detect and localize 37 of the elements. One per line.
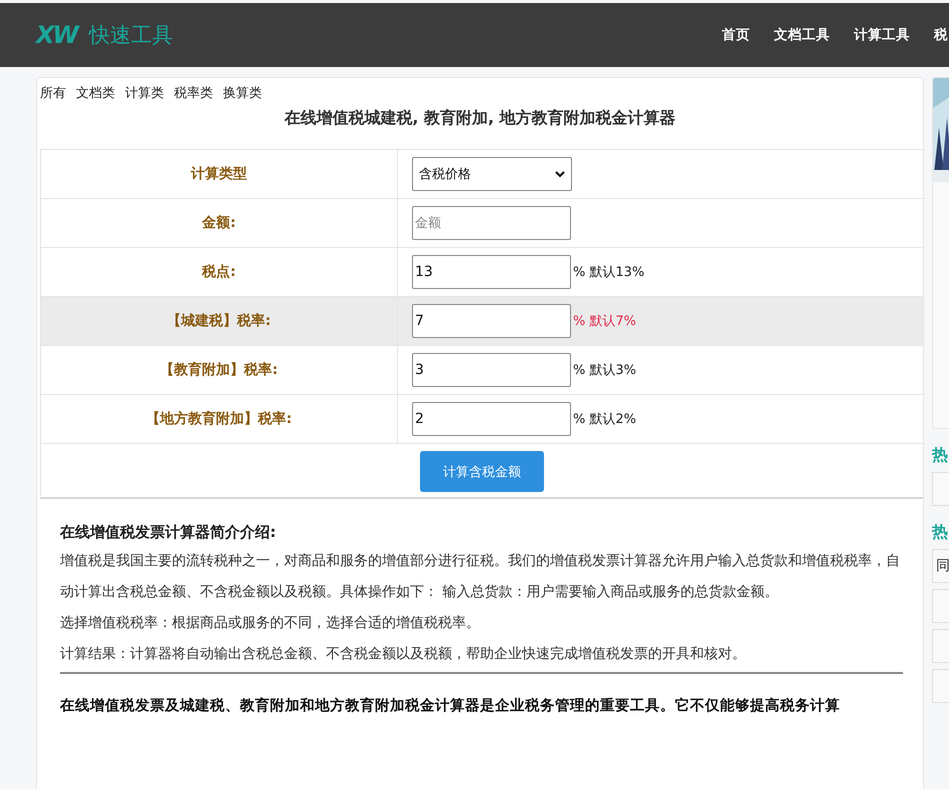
default-note: % 默认13% <box>573 264 644 281</box>
category-link[interactable]: 所有 <box>40 84 66 102</box>
nav-link[interactable]: 首页 <box>722 26 750 44</box>
summary-text: 在线增值税发票及城建税、教育附加和地方教育附加税金计算器是企业税务管理的重要工具。它不仅能够提高税务计算 <box>60 696 841 715</box>
type-select[interactable]: 含税价格 <box>412 157 572 191</box>
default-note: % 默认2% <box>573 411 636 428</box>
intro-paragraph: 增值税是我国主要的流转税种之一，对商品和服务的增值部分进行征税。我们的增值税发票计算器允许用户输入总货款和增值税税率，自动计算出含税总金额、不含税金额以及税额。具体操作如下： 输入总货款：用户需要输入商品或服务的总货款金额。 <box>60 552 901 602</box>
intro-heading: 在线增值税发票计算器简介介绍: <box>60 523 277 542</box>
section-title: 热 <box>932 445 949 466</box>
logo-mark: XW <box>36 21 77 49</box>
nav-link[interactable]: 计算工具 <box>854 26 910 44</box>
intro-paragraph: 选择增值税税率：根据商品或服务的不同，选择合适的增值税税率。 <box>60 614 481 633</box>
nav-link[interactable]: 税 <box>934 26 948 44</box>
field-label: 税点: <box>41 248 398 296</box>
field-label: 【城建税】税率: <box>41 297 398 345</box>
caret-icon <box>555 170 565 178</box>
field-label: 【教育附加】税率: <box>41 346 398 394</box>
input-field[interactable]: 2 <box>412 402 571 436</box>
input-field[interactable]: 13 <box>412 255 571 289</box>
input-field[interactable]: 7 <box>412 304 571 338</box>
input-field[interactable]: 3 <box>412 353 571 387</box>
field-label: 【地方教育附加】税率: <box>41 395 398 443</box>
field-label: 金额: <box>41 199 398 247</box>
category-link[interactable]: 税率类 <box>174 84 213 102</box>
section-title: 热 <box>932 522 949 543</box>
category-link[interactable]: 文档类 <box>76 84 115 102</box>
default-note: % 默认3% <box>573 362 636 379</box>
field-label: 计算类型 <box>41 150 398 198</box>
input-field[interactable]: 金额 <box>412 206 571 240</box>
default-note: % 默认7% <box>573 313 636 330</box>
logo-text: 快速工具 <box>88 22 173 49</box>
intro-paragraph: 计算结果：计算器将自动输出含税总金额、不含税金额以及税额，帮助企业快速完成增值税发票的开具和核对。 <box>60 645 747 664</box>
category-link[interactable]: 换算类 <box>223 84 262 102</box>
page-title: 在线增值税城建税, 教育附加, 地方教育附加税金计算器 <box>283 108 677 129</box>
category-link[interactable]: 计算类 <box>125 84 164 102</box>
nav-link[interactable]: 文档工具 <box>774 26 830 44</box>
sidebar-item[interactable]: 同 <box>932 549 949 583</box>
